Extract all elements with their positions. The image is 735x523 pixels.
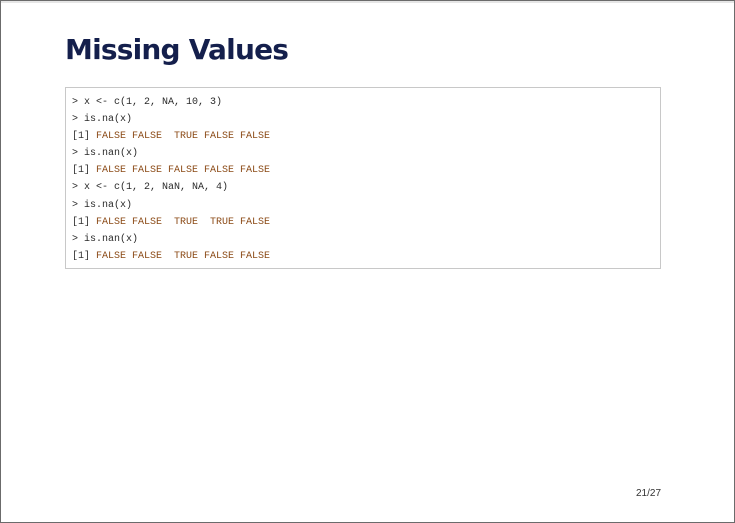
output-index: [1] <box>72 216 91 228</box>
code-output-line: [1] FALSE FALSE TRUE FALSE FALSE <box>72 248 654 265</box>
code-command: x <- c(1, 2, NA, 10, 3) <box>84 97 223 108</box>
output-value: FALSE FALSE TRUE TRUE FALSE <box>96 216 271 228</box>
code-line: > x <- c(1, 2, NaN, NA, 4) <box>72 179 654 196</box>
code-output-line: [1] FALSE FALSE TRUE TRUE FALSE <box>72 214 654 231</box>
code-line: > is.nan(x) <box>72 231 654 248</box>
code-prompt: > <box>72 182 79 194</box>
code-prompt: > <box>72 114 79 126</box>
code-prompt: > <box>72 233 79 245</box>
code-line: > x <- c(1, 2, NA, 10, 3) <box>72 94 654 111</box>
output-index: [1] <box>72 131 91 143</box>
output-index: [1] <box>72 165 91 177</box>
code-command: is.nan(x) <box>84 148 139 160</box>
code-line: > is.na(x) <box>72 197 654 214</box>
slide: Missing Values > x <- c(1, 2, NA, 10, 3)… <box>0 0 735 523</box>
slide-title: Missing Values <box>65 33 289 66</box>
code-line: > is.na(x) <box>72 111 654 128</box>
code-line: > is.nan(x) <box>72 145 654 162</box>
code-prompt: > <box>72 199 79 211</box>
output-value: FALSE FALSE TRUE FALSE FALSE <box>96 250 271 262</box>
code-output-line: [1] FALSE FALSE TRUE FALSE FALSE <box>72 128 654 145</box>
code-command: x <- c(1, 2, NaN, NA, 4) <box>84 182 229 194</box>
code-command: is.nan(x) <box>84 233 139 245</box>
page-number: 21/27 <box>636 488 662 499</box>
code-output-line: [1] FALSE FALSE FALSE FALSE FALSE <box>72 162 654 179</box>
output-value: FALSE FALSE FALSE FALSE FALSE <box>96 165 271 177</box>
code-command: is.na(x) <box>84 114 133 126</box>
output-index: [1] <box>72 250 91 262</box>
code-block: > x <- c(1, 2, NA, 10, 3) > is.na(x) [1]… <box>65 87 661 269</box>
code-prompt: > <box>72 97 79 108</box>
code-prompt: > <box>72 148 79 160</box>
output-value: FALSE FALSE TRUE FALSE FALSE <box>96 131 271 143</box>
code-command: is.na(x) <box>84 199 133 211</box>
